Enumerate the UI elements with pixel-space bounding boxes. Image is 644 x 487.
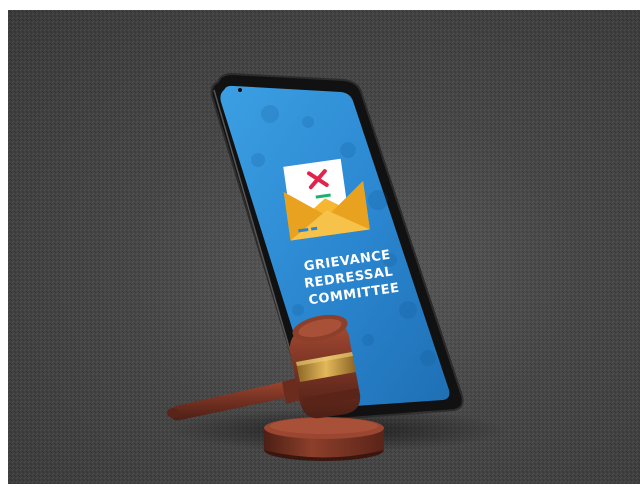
photo-scene: GRIEVANCE REDRESSAL COMMITTEE xyxy=(8,10,640,484)
image-frame: GRIEVANCE REDRESSAL COMMITTEE xyxy=(0,0,644,487)
scene-illustration: GRIEVANCE REDRESSAL COMMITTEE xyxy=(8,10,640,484)
